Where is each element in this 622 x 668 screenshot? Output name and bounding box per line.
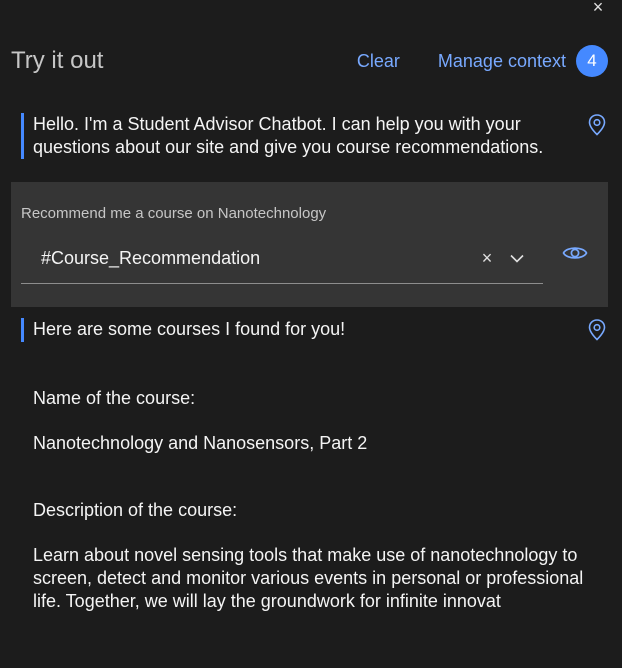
panel-header: Try it out Clear Manage context 4 <box>11 44 608 78</box>
close-icon[interactable]: × <box>588 0 608 16</box>
user-message-box: Recommend me a course on Nanotechnology … <box>11 182 608 307</box>
bot-message-response: Here are some courses I found for you! <box>21 318 608 342</box>
user-message-text: Recommend me a course on Nanotechnology <box>21 205 327 222</box>
bot-message-bar <box>21 318 24 342</box>
location-pin-icon[interactable] <box>586 113 608 137</box>
intent-clear-icon[interactable]: × <box>477 248 497 269</box>
course-description-label: Description of the course: <box>33 500 238 520</box>
page-title: Try it out <box>11 47 104 74</box>
eye-icon[interactable] <box>562 243 588 263</box>
bot-message-greeting: Hello. I'm a Student Advisor Chatbot. I … <box>21 113 608 159</box>
bot-message-bar <box>21 113 24 159</box>
location-pin-icon[interactable] <box>586 318 608 342</box>
context-count-badge[interactable]: 4 <box>576 45 608 77</box>
bot-message-text: Hello. I'm a Student Advisor Chatbot. I … <box>33 114 544 157</box>
clear-button[interactable]: Clear <box>357 51 400 72</box>
intent-value: #Course_Recommendation <box>41 248 261 268</box>
chevron-down-icon[interactable] <box>507 254 527 263</box>
course-name-value: Nanotechnology and Nanosensors, Part 2 <box>33 433 368 453</box>
bot-message-text: Here are some courses I found for you! <box>33 319 346 339</box>
course-name-label: Name of the course: <box>33 388 196 408</box>
intent-dropdown[interactable]: #Course_Recommendation × <box>21 234 543 284</box>
manage-context-button[interactable]: Manage context <box>438 51 566 72</box>
course-description-value: Learn about novel sensing tools that mak… <box>33 545 584 611</box>
